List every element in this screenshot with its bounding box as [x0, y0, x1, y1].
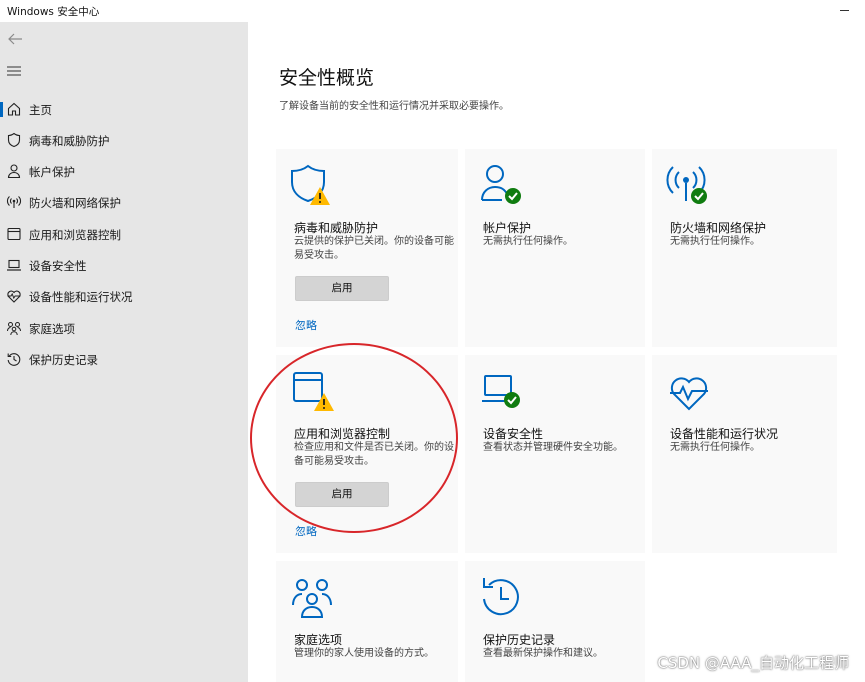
sidebar-item-label: 主页 — [29, 103, 52, 117]
card-description: 查看状态并管理硬件安全功能。 — [483, 442, 623, 453]
card-description: 管理你的家人使用设备的方式。 — [294, 648, 434, 659]
card-device-performance[interactable]: 设备性能和运行状况 无需执行任何操作。 — [652, 355, 837, 553]
wifi-signal-icon — [7, 196, 21, 208]
sidebar-item-account-protection[interactable]: 帐户保护 — [0, 157, 248, 185]
card-family-options[interactable]: 家庭选项 管理你的家人使用设备的方式。 — [276, 561, 458, 682]
sidebar-item-device-performance[interactable]: 设备性能和运行状况 — [0, 282, 248, 310]
card-title: 帐户保护 — [483, 221, 532, 235]
sidebar-item-family-options[interactable]: 家庭选项 — [0, 314, 248, 342]
family-icon — [292, 579, 332, 618]
family-icon — [7, 322, 21, 336]
card-title: 设备安全性 — [483, 427, 544, 441]
sidebar-item-label: 防火墙和网络保护 — [29, 196, 121, 210]
sidebar-item-firewall[interactable]: 防火墙和网络保护 — [0, 188, 248, 216]
laptop-icon — [7, 259, 21, 271]
sidebar: 主页 病毒和威胁防护 帐户保护 防火墙和网络保护 应用和浏览器控制 设备安全性 … — [0, 22, 248, 682]
annotation-circle — [250, 343, 458, 533]
card-title: 防火墙和网络保护 — [670, 221, 767, 235]
back-arrow-icon[interactable] — [6, 31, 24, 47]
laptop-check-icon — [482, 375, 520, 408]
card-description: 云提供的保护已关闭。你的设备可能易受攻击。 — [294, 236, 454, 261]
sidebar-item-virus-protection[interactable]: 病毒和威胁防护 — [0, 126, 248, 154]
sidebar-item-label: 设备安全性 — [29, 259, 87, 273]
sidebar-item-label: 病毒和威胁防护 — [29, 134, 110, 148]
sidebar-item-label: 帐户保护 — [29, 165, 75, 179]
sidebar-item-protection-history[interactable]: 保护历史记录 — [0, 345, 248, 373]
card-firewall[interactable]: 防火墙和网络保护 无需执行任何操作。 — [652, 149, 837, 347]
hamburger-menu-icon[interactable] — [7, 65, 21, 77]
card-title: 保护历史记录 — [483, 633, 556, 647]
person-icon — [7, 164, 21, 179]
watermark: CSDN @AAA_自动化工程师 — [657, 654, 849, 672]
sidebar-item-home[interactable]: 主页 — [0, 95, 248, 123]
title-bar: Windows 安全中心 — [0, 0, 865, 22]
person-check-icon — [481, 165, 521, 204]
card-description: 查看最新保护操作和建议。 — [483, 648, 603, 659]
sidebar-item-app-browser-control[interactable]: 应用和浏览器控制 — [0, 220, 248, 248]
card-virus-protection[interactable]: 病毒和威胁防护 云提供的保护已关闭。你的设备可能易受攻击。 启用 忽略 — [276, 149, 458, 347]
heart-pulse-icon — [7, 290, 21, 303]
shield-warning-icon — [291, 164, 330, 205]
home-icon — [7, 102, 21, 116]
minimize-button[interactable] — [840, 10, 849, 11]
browser-window-icon — [7, 227, 21, 241]
history-icon — [7, 353, 21, 366]
shield-icon — [7, 132, 21, 148]
card-title: 病毒和威胁防护 — [294, 221, 379, 235]
sidebar-item-label: 保护历史记录 — [29, 353, 98, 367]
card-protection-history[interactable]: 保护历史记录 查看最新保护操作和建议。 — [465, 561, 645, 682]
page-title: 安全性概览 — [279, 67, 375, 89]
card-device-security[interactable]: 设备安全性 查看状态并管理硬件安全功能。 — [465, 355, 645, 553]
ignore-link[interactable]: 忽略 — [295, 317, 317, 333]
history-icon — [483, 578, 519, 616]
window-title: Windows 安全中心 — [7, 6, 100, 18]
heart-pulse-icon — [670, 377, 708, 411]
sidebar-item-label: 设备性能和运行状况 — [29, 290, 133, 304]
enable-button[interactable]: 启用 — [295, 276, 389, 301]
card-title: 设备性能和运行状况 — [670, 427, 779, 441]
card-description: 无需执行任何操作。 — [483, 236, 573, 247]
card-title: 家庭选项 — [294, 633, 343, 647]
sidebar-item-device-security[interactable]: 设备安全性 — [0, 251, 248, 279]
card-account-protection[interactable]: 帐户保护 无需执行任何操作。 — [465, 149, 645, 347]
card-description: 无需执行任何操作。 — [670, 442, 760, 453]
sidebar-item-label: 家庭选项 — [29, 322, 75, 336]
wifi-signal-check-icon — [666, 166, 707, 204]
sidebar-item-label: 应用和浏览器控制 — [29, 228, 121, 242]
card-description: 无需执行任何操作。 — [670, 236, 760, 247]
page-subtitle: 了解设备当前的安全性和运行情况并采取必要操作。 — [279, 101, 509, 112]
